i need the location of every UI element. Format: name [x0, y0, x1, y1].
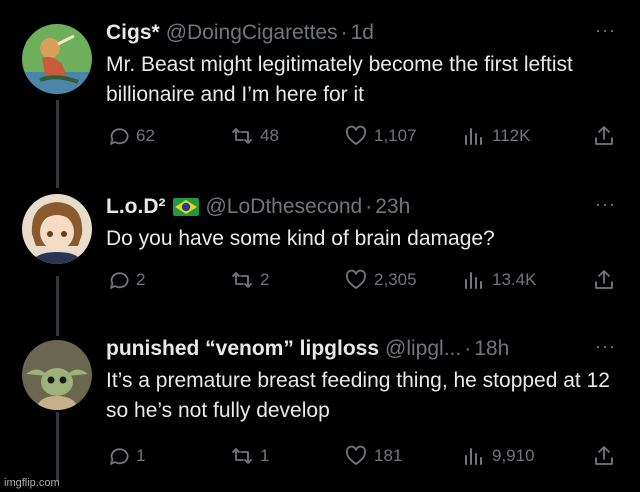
views-icon [465, 128, 482, 145]
user-handle[interactable]: @DoingCigarettes [166, 21, 338, 45]
views-button[interactable]: 112K [462, 122, 530, 150]
avatar[interactable] [22, 24, 92, 94]
separator-dot: · [340, 21, 348, 44]
tweet-2[interactable]: L.o.D² @LoDthesecond · 23h ··· Do you ha… [0, 190, 640, 340]
reply-icon [110, 128, 129, 145]
display-name[interactable]: punished “venom” lipgloss [106, 337, 379, 361]
views-count: 9,910 [492, 446, 535, 465]
like-icon [345, 269, 367, 289]
like-button[interactable]: 1,107 [344, 122, 417, 150]
more-icon[interactable]: ··· [595, 336, 616, 357]
reply-count: 62 [136, 126, 155, 145]
brazil-flag-icon [173, 198, 200, 216]
share-icon [595, 126, 613, 145]
like-count: 1,107 [374, 126, 417, 145]
like-button[interactable]: 2,305 [344, 266, 417, 294]
views-count: 112K [492, 126, 531, 145]
more-icon[interactable]: ··· [595, 20, 616, 41]
separator-dot: · [365, 195, 373, 218]
reply-button[interactable]: 2 [106, 266, 145, 294]
display-name[interactable]: L.o.D² [106, 195, 165, 219]
share-button[interactable] [592, 442, 622, 470]
retweet-button[interactable]: 1 [230, 442, 269, 470]
retweet-count: 1 [260, 446, 270, 465]
timestamp[interactable]: 23h [375, 195, 410, 219]
views-icon [465, 272, 482, 289]
views-button[interactable]: 13.4K [462, 266, 536, 294]
action-bar: 2 2 2,305 13.4K [106, 266, 616, 294]
separator-dot: · [464, 337, 472, 360]
action-bar: 1 1 181 9,910 [106, 442, 616, 470]
reply-count: 2 [136, 270, 146, 289]
retweet-button[interactable]: 2 [230, 266, 269, 294]
reply-button[interactable]: 1 [106, 442, 145, 470]
reply-count: 1 [136, 446, 146, 465]
retweet-count: 48 [260, 126, 279, 145]
tweet-3[interactable]: punished “venom” lipgloss @lipgl... · 18… [0, 332, 640, 482]
tweet-1[interactable]: Cigs* @DoingCigarettes · 1d ··· Mr. Beas… [0, 16, 640, 166]
avatar[interactable] [22, 340, 92, 410]
share-icon [595, 446, 613, 465]
timestamp[interactable]: 1d [351, 21, 374, 45]
share-button[interactable] [592, 122, 622, 150]
share-icon [595, 270, 613, 289]
retweet-count: 2 [260, 270, 270, 289]
views-button[interactable]: 9,910 [462, 442, 535, 470]
tweet-text: It’s a premature breast feeding thing, h… [106, 369, 610, 422]
share-button[interactable] [592, 266, 622, 294]
avatar[interactable] [22, 194, 92, 264]
watermark: imgflip.com [4, 477, 60, 489]
like-icon [345, 445, 367, 465]
action-bar: 62 48 1,107 112K [106, 122, 616, 150]
retweet-icon [232, 272, 252, 288]
reply-icon [110, 448, 129, 465]
more-icon[interactable]: ··· [595, 194, 616, 215]
user-handle[interactable]: @LoDthesecond [205, 195, 362, 219]
retweet-icon [232, 448, 252, 464]
like-count: 2,305 [374, 270, 417, 289]
tweet-text: Do you have some kind of brain damage? [106, 227, 495, 250]
display-name[interactable]: Cigs* [106, 21, 160, 45]
retweet-button[interactable]: 48 [230, 122, 279, 150]
like-icon [345, 125, 367, 145]
user-handle[interactable]: @lipgl... [385, 337, 461, 361]
timestamp[interactable]: 18h [474, 337, 509, 361]
views-icon [465, 448, 482, 465]
reply-icon [110, 272, 129, 289]
views-count: 13.4K [492, 270, 537, 289]
retweet-icon [232, 128, 252, 144]
tweet-text: Mr. Beast might legitimately become the … [106, 53, 573, 106]
like-button[interactable]: 181 [344, 442, 402, 470]
like-count: 181 [374, 446, 403, 465]
reply-button[interactable]: 62 [106, 122, 155, 150]
